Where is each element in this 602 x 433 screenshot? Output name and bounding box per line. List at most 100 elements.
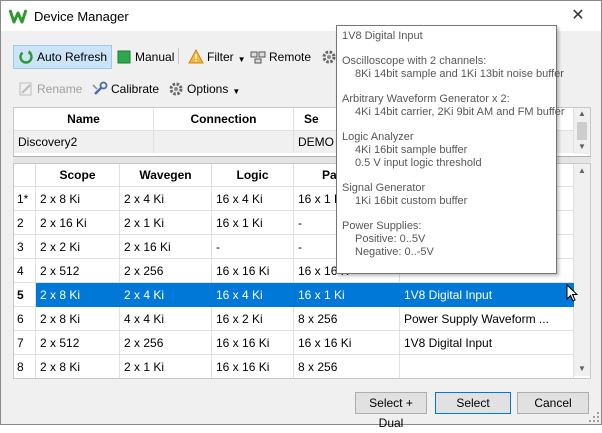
logic-cell: 16 x 1 Ki (212, 211, 294, 235)
options-dropdown[interactable]: Options ▼ (163, 77, 245, 101)
resize-grip-icon[interactable] (589, 412, 599, 422)
row-index-cell: 4 (14, 259, 36, 283)
tooltip-line: 1V8 Digital Input (342, 30, 423, 42)
column-header-name[interactable]: Name (14, 108, 154, 130)
logic-cell: 16 x 4 Ki (212, 283, 294, 307)
select-button[interactable]: Select (435, 392, 511, 414)
logic-cell: 16 x 16 Ki (212, 331, 294, 355)
remote-label: Remote (269, 50, 312, 64)
tooltip-line: 8Ki 14bit sample and 1Ki 13bit noise buf… (355, 68, 564, 80)
configuration-tooltip: 1V8 Digital Input Oscilloscope with 2 cha… (336, 25, 565, 274)
select-dual-button[interactable]: Select + Dual (355, 392, 427, 430)
logic-cell: 16 x 16 Ki (212, 355, 294, 378)
table-row[interactable]: 72 x 512 2 x 256 16 x 16 Ki 16 x 16 Ki 1V8 D… (14, 331, 574, 355)
description-cell (400, 355, 574, 378)
device-connection-cell (154, 131, 294, 153)
auto-refresh-label: Auto Refresh (37, 50, 108, 64)
wavegen-cell: 2 x 256 (120, 259, 212, 283)
table-row[interactable]: 82 x 8 Ki 2 x 1 Ki 16 x 16 Ki 8 x 256 (14, 355, 574, 378)
rename-label: Rename (37, 82, 83, 96)
toolbar-main: Auto Refresh Manual Filter ▼ Remote (11, 45, 371, 69)
gear-icon (322, 50, 336, 64)
close-button[interactable]: ✕ (555, 1, 601, 31)
wavegen-cell: 2 x 256 (120, 331, 212, 355)
waveforms-logo-icon (9, 9, 27, 24)
options-label: Options (187, 82, 229, 96)
wavegen-cell: 2 x 1 Ki (120, 355, 212, 378)
column-header-connection[interactable]: Connection (154, 108, 294, 130)
column-header-wavegen[interactable]: Wavegen (120, 164, 212, 186)
scroll-up-icon[interactable]: ▲ (574, 109, 590, 118)
tooltip-line: Oscilloscope with 2 channels: (342, 55, 487, 67)
scroll-down-icon[interactable]: ▼ (574, 364, 590, 373)
table-row[interactable]: 52 x 8 Ki 2 x 4 Ki 16 x 4 Ki 16 x 1 Ki 1V8 D… (14, 283, 574, 307)
scroll-down-icon[interactable]: ▼ (574, 142, 590, 151)
close-icon: ✕ (571, 7, 585, 24)
cancel-button[interactable]: Cancel (517, 392, 589, 414)
tooltip-line: Arbitrary Waveform Generator x 2: (342, 93, 510, 105)
rename-pencil-icon (19, 82, 32, 96)
configuration-table-scrollbar[interactable]: ▲ ▼ (574, 164, 590, 376)
row-index-cell: 2 (14, 211, 36, 235)
pattern-cell: 8 x 256 (294, 307, 400, 331)
wavegen-cell: 2 x 4 Ki (120, 187, 212, 211)
tooltip-line: Logic Analyzer (342, 131, 414, 143)
scope-cell: 2 x 8 Ki (36, 307, 120, 331)
device-name-cell: Discovery2 (14, 131, 154, 153)
tooltip-line: 4Ki 14bit carrier, 2Ki 9bit AM and FM bu… (355, 106, 565, 118)
description-cell: 1V8 Digital Input (400, 331, 574, 355)
scrollbar-thumb[interactable] (577, 122, 587, 140)
stop-square-icon (117, 50, 131, 64)
scope-cell: 2 x 512 (36, 331, 120, 355)
tooltip-line: Positive: 0..5V (355, 233, 426, 245)
pattern-cell: 16 x 1 Ki (294, 283, 400, 307)
tooltip-line: Power Supplies: (342, 220, 422, 232)
rename-button[interactable]: Rename (13, 77, 87, 101)
logic-cell: - (212, 235, 294, 259)
scope-cell: 2 x 16 Ki (36, 211, 120, 235)
column-header-index (14, 164, 36, 186)
wavegen-cell: 2 x 4 Ki (120, 283, 212, 307)
tooltip-line: Negative: 0..-5V (355, 246, 434, 258)
scope-cell: 2 x 8 Ki (36, 355, 120, 378)
table-row[interactable]: 62 x 8 Ki 4 x 4 Ki 16 x 2 Ki 8 x 256 Power S… (14, 307, 574, 331)
mouse-cursor-icon (566, 284, 578, 302)
calibrate-label: Calibrate (111, 82, 160, 96)
scroll-up-icon[interactable]: ▲ (574, 166, 590, 175)
scope-cell: 2 x 8 Ki (36, 187, 120, 211)
manual-label: Manual (135, 50, 175, 64)
scope-cell: 2 x 2 Ki (36, 235, 120, 259)
warning-triangle-icon (188, 49, 204, 64)
calibrate-button[interactable]: Calibrate (87, 77, 164, 101)
row-index-cell: 6 (14, 307, 36, 331)
row-index-cell: 1* (14, 187, 36, 211)
pattern-cell: 8 x 256 (294, 355, 400, 378)
tooltip-line: 4Ki 16bit sample buffer (355, 144, 468, 156)
tooltip-line: 1Ki 16bit custom buffer (355, 195, 468, 207)
calibrate-wrench-icon (92, 81, 108, 95)
toolbar-secondary: Rename Calibrate Options ▼ (11, 77, 251, 101)
pattern-cell: 16 x 16 Ki (294, 331, 400, 355)
description-cell: 1V8 Digital Input (400, 283, 574, 307)
logic-cell: 16 x 16 Ki (212, 259, 294, 283)
remote-button[interactable]: Remote (245, 45, 316, 69)
device-table-scrollbar[interactable]: ▲ ▼ (574, 108, 590, 154)
scope-cell: 2 x 8 Ki (36, 283, 120, 307)
row-index-cell: 8 (14, 355, 36, 378)
filter-dropdown[interactable]: Filter ▼ (183, 45, 251, 69)
toolbar-separator (178, 48, 179, 64)
device-manager-window: Device Manager ✕ Auto Refresh Manual Fil… (0, 0, 602, 430)
logic-cell: 16 x 4 Ki (212, 187, 294, 211)
filter-label: Filter (207, 50, 234, 64)
wavegen-cell: 2 x 16 Ki (120, 235, 212, 259)
tooltip-line: 0.5 V input logic threshold (355, 157, 482, 169)
auto-refresh-button[interactable]: Auto Refresh (13, 45, 113, 69)
network-icon (250, 51, 266, 64)
column-header-logic[interactable]: Logic (212, 164, 294, 186)
tooltip-line: Signal Generator (342, 182, 426, 194)
column-header-scope[interactable]: Scope (36, 164, 120, 186)
description-cell: Power Supply Waveform ... (400, 307, 574, 331)
gear-icon (169, 82, 183, 96)
manual-button[interactable]: Manual (111, 45, 179, 69)
window-title: Device Manager (34, 9, 129, 24)
